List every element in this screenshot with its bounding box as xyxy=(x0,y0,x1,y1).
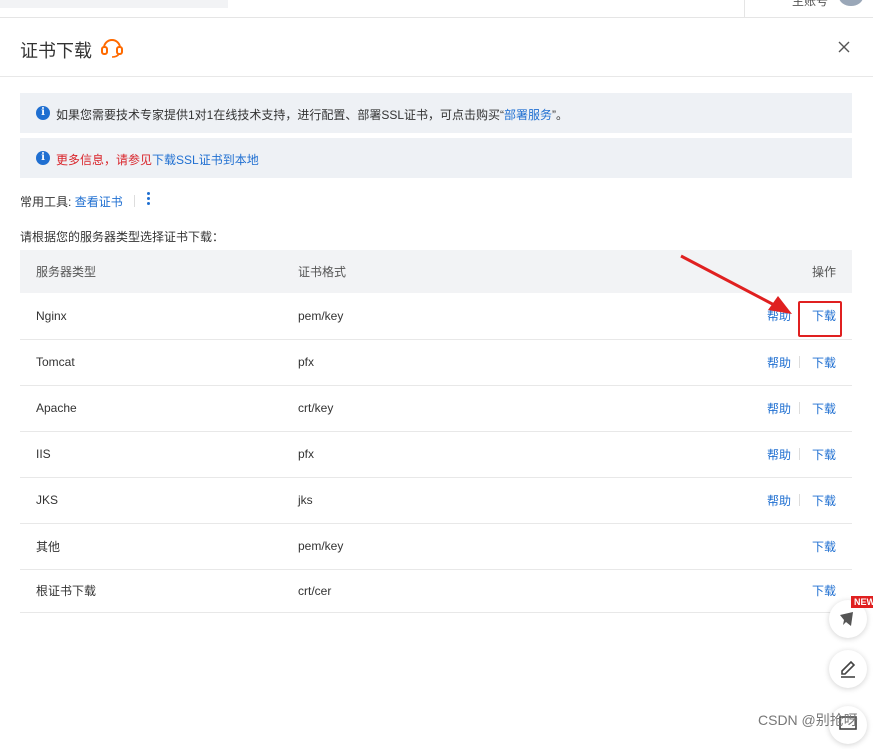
actions-cell: 帮助 下载 xyxy=(599,477,852,523)
download-link[interactable]: 下载 xyxy=(812,402,836,416)
cert-format-cell: pem/key xyxy=(298,308,344,323)
new-badge: NEW xyxy=(851,596,873,608)
divider xyxy=(798,401,800,414)
modal-header: 证书下载 xyxy=(0,18,873,77)
table-row: IIS pfx 帮助 下载 xyxy=(20,431,852,477)
help-link[interactable]: 帮助 xyxy=(767,356,791,370)
server-type-cell: JKS xyxy=(36,493,59,507)
notice-tech-support: i 如果您需要技术专家提供1对1在线技术支持，进行配置、部署SSL证书，可点击购… xyxy=(20,93,852,133)
server-type-cell: IIS xyxy=(36,447,51,461)
server-type-cell: Tomcat xyxy=(36,355,75,369)
table-row: 根证书下载 crt/cer 下载 xyxy=(20,569,852,612)
tools-row: 常用工具: 查看证书 xyxy=(20,192,150,210)
instruction-text: 请根据您的服务器类型选择证书下载： xyxy=(20,230,225,244)
deploy-service-link[interactable]: 部署服务 xyxy=(504,108,552,122)
download-link[interactable]: 下载 xyxy=(812,584,836,598)
cert-format-cell: jks xyxy=(298,493,313,507)
notice-text: 如果您需要技术专家提供1对1在线技术支持，进行配置、部署SSL证书，可点击购买“… xyxy=(56,106,568,123)
avatar[interactable] xyxy=(839,0,863,6)
download-ssl-link[interactable]: 下载SSL证书到本地 xyxy=(152,153,259,167)
notice-suffix: ”。 xyxy=(552,108,569,122)
server-type-table: 服务器类型 证书格式 操作 Nginx pem/key 帮助 下载 Tomcat pfx 帮… xyxy=(20,250,852,613)
account-label[interactable]: 主账号 xyxy=(792,0,828,9)
divider xyxy=(798,493,800,506)
actions-cell: 帮助 下载 xyxy=(599,385,852,431)
more-icon[interactable] xyxy=(144,191,152,209)
download-link[interactable]: 下载 xyxy=(812,448,836,462)
close-icon[interactable] xyxy=(834,37,854,57)
modal-title: 证书下载 xyxy=(20,41,92,61)
certificate-download-modal: 证书下载 i 如果您需要技术专家提供1对1在线技术支持，进行配置、部署SSL证书… xyxy=(0,18,873,738)
table-row: Tomcat pfx 帮助 下载 xyxy=(20,339,852,385)
table-row: 其他 pem/key 下载 xyxy=(20,523,852,569)
download-link[interactable]: 下载 xyxy=(812,540,836,554)
server-type-cell: 其他 xyxy=(36,539,61,554)
table-row: Nginx pem/key 帮助 下载 xyxy=(20,293,852,339)
col-cert-format: 证书格式 xyxy=(298,265,347,279)
edit-float-button[interactable] xyxy=(829,650,867,688)
server-type-cell: Apache xyxy=(36,401,77,415)
table-row: Apache crt/key 帮助 下载 xyxy=(20,385,852,431)
info-icon: i xyxy=(36,151,50,165)
actions-cell: 下载 xyxy=(599,569,852,612)
headset-icon[interactable] xyxy=(100,36,124,58)
help-link[interactable]: 帮助 xyxy=(767,494,791,508)
info-icon: i xyxy=(36,106,50,120)
table-header: 服务器类型 证书格式 操作 xyxy=(20,250,852,293)
cert-format-cell: crt/cer xyxy=(298,583,332,598)
download-link[interactable]: 下载 xyxy=(812,494,836,508)
actions-cell: 帮助 下载 xyxy=(599,339,852,385)
notice-red-text: 更多信息，请参见 xyxy=(56,153,153,167)
actions-cell: 帮助 下载 xyxy=(599,431,852,477)
divider xyxy=(798,447,800,460)
view-certificate-link[interactable]: 查看证书 xyxy=(75,195,123,209)
col-server-type: 服务器类型 xyxy=(36,265,97,279)
cert-format-cell: pfx xyxy=(298,355,315,369)
search-box[interactable] xyxy=(0,0,228,8)
notice-more-info: i 更多信息，请参见下载SSL证书到本地 xyxy=(20,138,852,178)
watermark: CSDN @别抢呀 xyxy=(758,712,858,728)
cert-format-cell: pfx xyxy=(298,447,315,461)
col-actions: 操作 xyxy=(811,265,836,279)
help-link[interactable]: 帮助 xyxy=(767,402,791,416)
server-type-cell: 根证书下载 xyxy=(36,584,97,598)
divider xyxy=(798,355,800,368)
notice-text: 更多信息，请参见下载SSL证书到本地 xyxy=(56,151,259,168)
divider xyxy=(744,0,745,17)
actions-cell: 下载 xyxy=(599,523,852,569)
cert-format-cell: pem/key xyxy=(298,539,344,553)
top-bar: 主账号 xyxy=(0,0,873,18)
pencil-icon xyxy=(841,660,856,678)
help-link[interactable]: 帮助 xyxy=(767,448,791,462)
server-type-cell: Nginx xyxy=(36,308,67,323)
download-link[interactable]: 下载 xyxy=(812,356,836,370)
tools-label: 常用工具: xyxy=(20,195,72,209)
cert-format-cell: crt/key xyxy=(298,401,334,415)
highlight-box xyxy=(798,301,842,337)
table-row: JKS jks 帮助 下载 xyxy=(20,477,852,523)
help-link[interactable]: 帮助 xyxy=(767,309,791,323)
divider xyxy=(134,195,136,207)
notice-prefix: 如果您需要技术专家提供1对1在线技术支持，进行配置、部署SSL证书，可点击购买“ xyxy=(56,108,505,122)
